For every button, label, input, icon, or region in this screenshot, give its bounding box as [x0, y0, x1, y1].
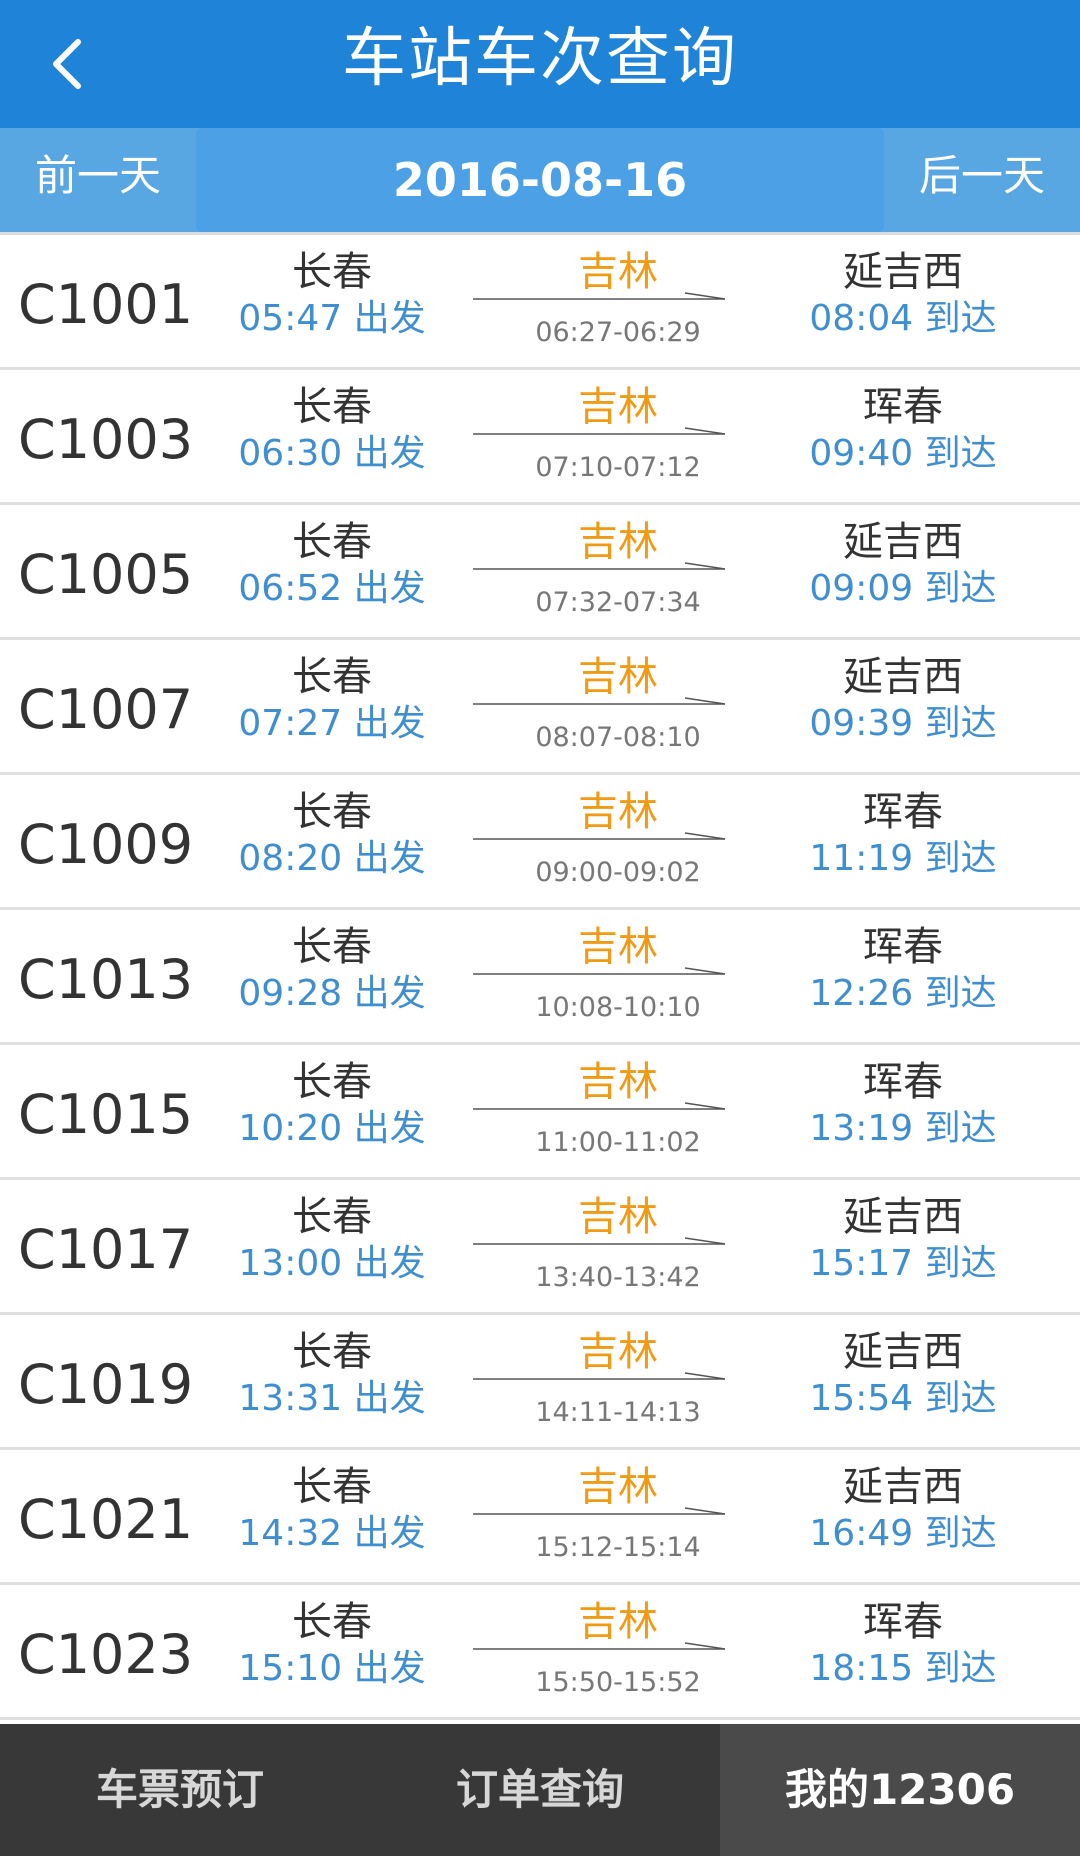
next-day-button[interactable]: 后一天: [884, 128, 1080, 232]
query-station: 吉林: [578, 789, 658, 835]
departure-time: 13:00 出发: [238, 1243, 426, 1284]
train-row[interactable]: C1001 长春 05:47 出发 吉林 06:27-06:29 延吉西 08:04 到达: [0, 235, 1080, 370]
arrow-right-icon: [473, 1102, 727, 1114]
train-number: C1015: [18, 1083, 194, 1146]
departure-time: 09:28 出发: [238, 973, 426, 1014]
arrival-time: 11:19 到达: [809, 838, 997, 879]
arrow-right-icon: [473, 697, 727, 709]
departure-time: 10:20 出发: [238, 1108, 426, 1149]
arrow-right-icon: [473, 1507, 727, 1519]
departure-time: 06:30 出发: [238, 433, 426, 474]
arrival-time: 16:49 到达: [809, 1513, 997, 1554]
arrow-right-icon: [473, 1237, 727, 1249]
current-date[interactable]: 2016-08-16: [196, 128, 884, 232]
query-station: 吉林: [578, 924, 658, 970]
train-number: C1019: [18, 1353, 194, 1416]
query-station: 吉林: [578, 1194, 658, 1240]
train-number: C1005: [18, 543, 194, 606]
stop-time-range: 08:07-08:10: [535, 722, 701, 753]
departure-time: 06:52 出发: [238, 568, 426, 609]
train-row[interactable]: C1017 长春 13:00 出发 吉林 13:40-13:42 延吉西 15:17 到达: [0, 1180, 1080, 1315]
departure-time: 05:47 出发: [238, 298, 426, 339]
train-number: C1009: [18, 813, 194, 876]
arrow-right-icon: [473, 427, 727, 439]
train-list: C1001 长春 05:47 出发 吉林 06:27-06:29 延吉西 08:04 到达 C…: [0, 232, 1080, 1720]
train-number: C1017: [18, 1218, 194, 1281]
stop-time-range: 09:00-09:02: [535, 857, 701, 888]
arrival-time: 09:39 到达: [809, 703, 997, 744]
departure-time: 07:27 出发: [238, 703, 426, 744]
tab-ticket-booking[interactable]: 车票预订: [0, 1724, 360, 1856]
stop-time-range: 10:08-10:10: [535, 992, 701, 1023]
arrival-time: 12:26 到达: [809, 973, 997, 1014]
stop-time-range: 13:40-13:42: [535, 1262, 701, 1293]
departure-time: 13:31 出发: [238, 1378, 426, 1419]
train-row[interactable]: C1021 长春 14:32 出发 吉林 15:12-15:14 延吉西 16:49 到达: [0, 1450, 1080, 1585]
arrival-time: 15:17 到达: [809, 1243, 997, 1284]
train-number: C1003: [18, 408, 194, 471]
train-row[interactable]: C1005 长春 06:52 出发 吉林 07:32-07:34 延吉西 09:09 到达: [0, 505, 1080, 640]
tab-order-query[interactable]: 订单查询: [360, 1724, 720, 1856]
arrival-time: 15:54 到达: [809, 1378, 997, 1419]
stop-time-range: 11:00-11:02: [535, 1127, 701, 1158]
arrow-right-icon: [473, 1372, 727, 1384]
arrival-time: 09:09 到达: [809, 568, 997, 609]
arrow-right-icon: [473, 832, 727, 844]
arrow-right-icon: [473, 967, 727, 979]
query-station: 吉林: [578, 1599, 658, 1645]
arrival-time: 13:19 到达: [809, 1108, 997, 1149]
train-row[interactable]: C1019 长春 13:31 出发 吉林 14:11-14:13 延吉西 15:54 到达: [0, 1315, 1080, 1450]
departure-time: 15:10 出发: [238, 1648, 426, 1689]
train-number: C1001: [18, 273, 194, 336]
train-row[interactable]: C1023 长春 15:10 出发 吉林 15:50-15:52 珲春 18:15 到达: [0, 1585, 1080, 1720]
query-station: 吉林: [578, 384, 658, 430]
tab-my-12306[interactable]: 我的12306: [720, 1724, 1080, 1856]
arrow-right-icon: [473, 292, 727, 304]
arrival-time: 18:15 到达: [809, 1648, 997, 1689]
date-bar: 前一天 2016-08-16 后一天: [0, 128, 1080, 232]
stop-time-range: 07:10-07:12: [535, 452, 701, 483]
arrival-time: 09:40 到达: [809, 433, 997, 474]
train-row[interactable]: C1013 长春 09:28 出发 吉林 10:08-10:10 珲春 12:26 到达: [0, 910, 1080, 1045]
query-station: 吉林: [578, 249, 658, 295]
prev-day-button[interactable]: 前一天: [0, 128, 196, 232]
query-station: 吉林: [578, 1059, 658, 1105]
query-station: 吉林: [578, 1329, 658, 1375]
query-station: 吉林: [578, 654, 658, 700]
train-row[interactable]: C1003 长春 06:30 出发 吉林 07:10-07:12 珲春 09:40 到达: [0, 370, 1080, 505]
train-number: C1021: [18, 1488, 194, 1551]
departure-time: 08:20 出发: [238, 838, 426, 879]
query-station: 吉林: [578, 1464, 658, 1510]
stop-time-range: 15:50-15:52: [535, 1667, 701, 1698]
train-row[interactable]: C1007 长春 07:27 出发 吉林 08:07-08:10 延吉西 09:39 到达: [0, 640, 1080, 775]
train-number: C1013: [18, 948, 194, 1011]
app-header: 车站车次查询: [0, 0, 1080, 128]
arrival-time: 08:04 到达: [809, 298, 997, 339]
arrow-right-icon: [473, 1642, 727, 1654]
train-number: C1007: [18, 678, 194, 741]
stop-time-range: 07:32-07:34: [535, 587, 701, 618]
departure-time: 14:32 出发: [238, 1513, 426, 1554]
train-number: C1023: [18, 1623, 194, 1686]
page-title: 车站车次查询: [342, 22, 738, 96]
stop-time-range: 06:27-06:29: [535, 317, 701, 348]
arrow-right-icon: [473, 562, 727, 574]
bottom-tab-bar: 车票预订 订单查询 我的12306: [0, 1724, 1080, 1856]
stop-time-range: 14:11-14:13: [535, 1397, 701, 1428]
query-station: 吉林: [578, 519, 658, 565]
stop-time-range: 15:12-15:14: [535, 1532, 701, 1563]
train-row[interactable]: C1015 长春 10:20 出发 吉林 11:00-11:02 珲春 13:19 到达: [0, 1045, 1080, 1180]
train-row[interactable]: C1009 长春 08:20 出发 吉林 09:00-09:02 珲春 11:19 到达: [0, 775, 1080, 910]
